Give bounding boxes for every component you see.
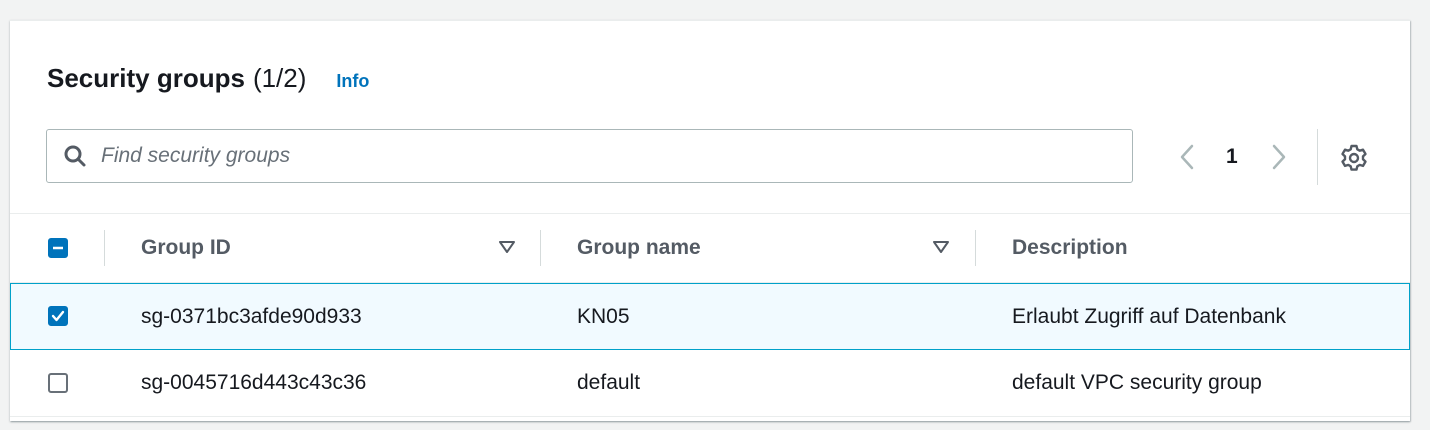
page-title: Security groups [47, 63, 245, 93]
pager-divider [1317, 129, 1318, 185]
column-separator[interactable] [540, 230, 541, 266]
row-checkbox[interactable] [48, 373, 68, 393]
column-header-group-name[interactable]: Group name [577, 214, 701, 282]
column-header-description[interactable]: Description [1012, 214, 1128, 282]
checkbox-indeterminate-icon [53, 246, 63, 250]
preferences-button[interactable] [1338, 142, 1370, 174]
select-all-checkbox[interactable] [48, 238, 68, 258]
description-cell: Erlaubt Zugriff auf Datenbank [1012, 304, 1286, 328]
search-box[interactable] [46, 129, 1133, 183]
description-cell: default VPC security group [1012, 371, 1262, 394]
security-groups-table: Group ID Group name Description sg-0371b… [10, 213, 1410, 417]
search-icon [63, 144, 87, 168]
chevron-right-icon [1272, 144, 1285, 170]
column-separator [104, 230, 105, 266]
group-name-cell: KN05 [577, 304, 630, 328]
group-name-cell: default [577, 371, 641, 394]
sort-icon[interactable] [932, 238, 950, 256]
selection-count: (1/2) [252, 63, 307, 93]
gear-icon [1341, 144, 1367, 171]
chevron-left-icon [1180, 144, 1194, 170]
security-groups-panel: Security groups (1/2) Info 1 [10, 20, 1410, 421]
column-separator[interactable] [975, 230, 976, 266]
group-id-cell: sg-0371bc3afde90d933 [141, 304, 362, 328]
row-checkbox[interactable] [48, 306, 68, 326]
table-header: Group ID Group name Description [10, 213, 1410, 283]
table-row[interactable]: sg-0045716d443c43c36 default default VPC… [10, 350, 1410, 417]
pagination: 1 [1172, 139, 1294, 175]
table-row[interactable]: sg-0371bc3afde90d933 KN05 Erlaubt Zugrif… [10, 283, 1410, 350]
group-id-cell: sg-0045716d443c43c36 [141, 371, 367, 394]
info-link[interactable]: Info [336, 71, 369, 92]
checkmark-icon [51, 310, 65, 322]
panel-header: Security groups (1/2) Info [47, 63, 369, 94]
next-page-button[interactable] [1264, 139, 1294, 175]
search-input[interactable] [101, 144, 1132, 168]
sort-icon[interactable] [498, 238, 516, 256]
page-number[interactable]: 1 [1226, 145, 1238, 169]
column-header-group-id[interactable]: Group ID [141, 214, 231, 282]
previous-page-button[interactable] [1172, 139, 1202, 175]
